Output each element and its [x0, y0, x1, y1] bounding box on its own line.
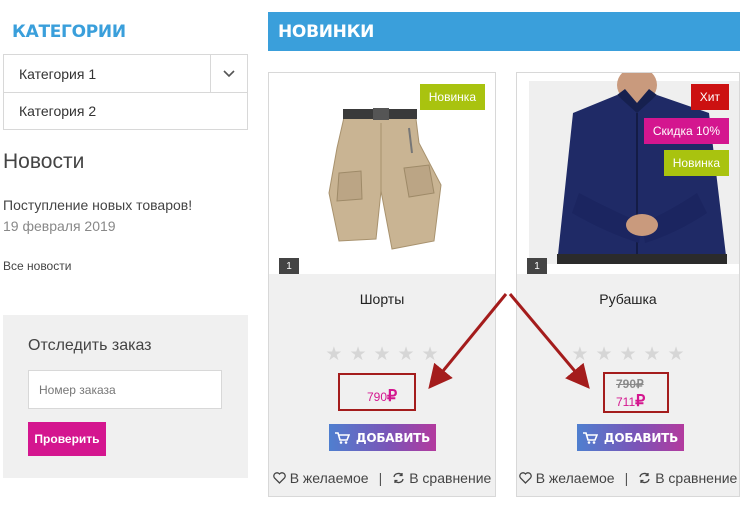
wishlist-link[interactable]: В желаемое — [518, 470, 615, 486]
track-order-panel: Отследить заказ Проверить — [3, 315, 248, 478]
product-card[interactable]: Хит Скидка 10% Новинка 1 Рубашка ★★★★★ 7… — [516, 72, 740, 497]
rating-stars[interactable]: ★★★★★ — [269, 343, 495, 365]
section-title: НОВИНКИ — [278, 22, 375, 42]
compare-icon — [393, 472, 404, 484]
add-to-cart-button[interactable]: ДОБАВИТЬ — [329, 424, 436, 451]
news-item-link[interactable]: Поступление новых товаров! — [3, 197, 192, 213]
badge-new: Новинка — [419, 84, 485, 110]
news-title: Новости — [3, 150, 85, 173]
heart-icon — [518, 472, 532, 484]
product-price: 711₽ — [616, 393, 646, 410]
chevron-down-icon[interactable] — [210, 55, 247, 92]
category-label[interactable]: Категория 1 — [4, 66, 96, 82]
heart-icon — [272, 472, 286, 484]
price-highlight-box: 790₽ — [338, 373, 416, 411]
old-price: 790₽ — [616, 377, 644, 391]
product-name[interactable]: Шорты — [269, 291, 495, 307]
product-name[interactable]: Рубашка — [517, 291, 739, 307]
product-price: 790₽ — [367, 388, 398, 405]
product-image[interactable]: Новинка 1 — [269, 73, 495, 274]
cart-icon — [582, 431, 598, 444]
order-number-input[interactable] — [28, 370, 222, 409]
separator: | — [378, 470, 383, 486]
check-order-button[interactable]: Проверить — [28, 422, 106, 456]
photo-count-badge: 1 — [527, 258, 547, 274]
category-label[interactable]: Категория 2 — [4, 103, 96, 119]
section-header: НОВИНКИ — [268, 12, 740, 51]
compare-link[interactable]: В сравнение — [638, 470, 737, 486]
categories-menu: Категория 1 Категория 2 — [3, 54, 248, 130]
add-to-cart-button[interactable]: ДОБАВИТЬ — [577, 424, 684, 451]
categories-title: КАТЕГОРИИ — [12, 22, 126, 42]
badge-new: Новинка — [663, 150, 729, 176]
category-item[interactable]: Категория 1 — [4, 55, 247, 92]
badge-hit: Хит — [690, 84, 729, 110]
product-actions: В желаемое | В сравнение — [517, 470, 739, 486]
news-date: 19 февраля 2019 — [3, 218, 116, 234]
photo-count-badge: 1 — [279, 258, 299, 274]
all-news-link[interactable]: Все новости — [3, 259, 71, 273]
product-card[interactable]: Новинка 1 Шорты ★★★★★ 790₽ ДОБАВИТЬ В же… — [268, 72, 496, 497]
wishlist-link[interactable]: В желаемое — [272, 470, 369, 486]
compare-icon — [639, 472, 650, 484]
badge-discount: Скидка 10% — [643, 118, 729, 144]
cart-icon — [334, 431, 350, 444]
product-image[interactable]: Хит Скидка 10% Новинка 1 — [517, 73, 739, 274]
price-highlight-box: 790₽ 711₽ — [603, 372, 669, 413]
compare-link[interactable]: В сравнение — [392, 470, 491, 486]
rating-stars[interactable]: ★★★★★ — [517, 343, 739, 365]
product-actions: В желаемое | В сравнение — [269, 470, 495, 486]
category-item[interactable]: Категория 2 — [4, 92, 247, 129]
separator: | — [624, 470, 629, 486]
track-order-title: Отследить заказ — [28, 337, 152, 354]
